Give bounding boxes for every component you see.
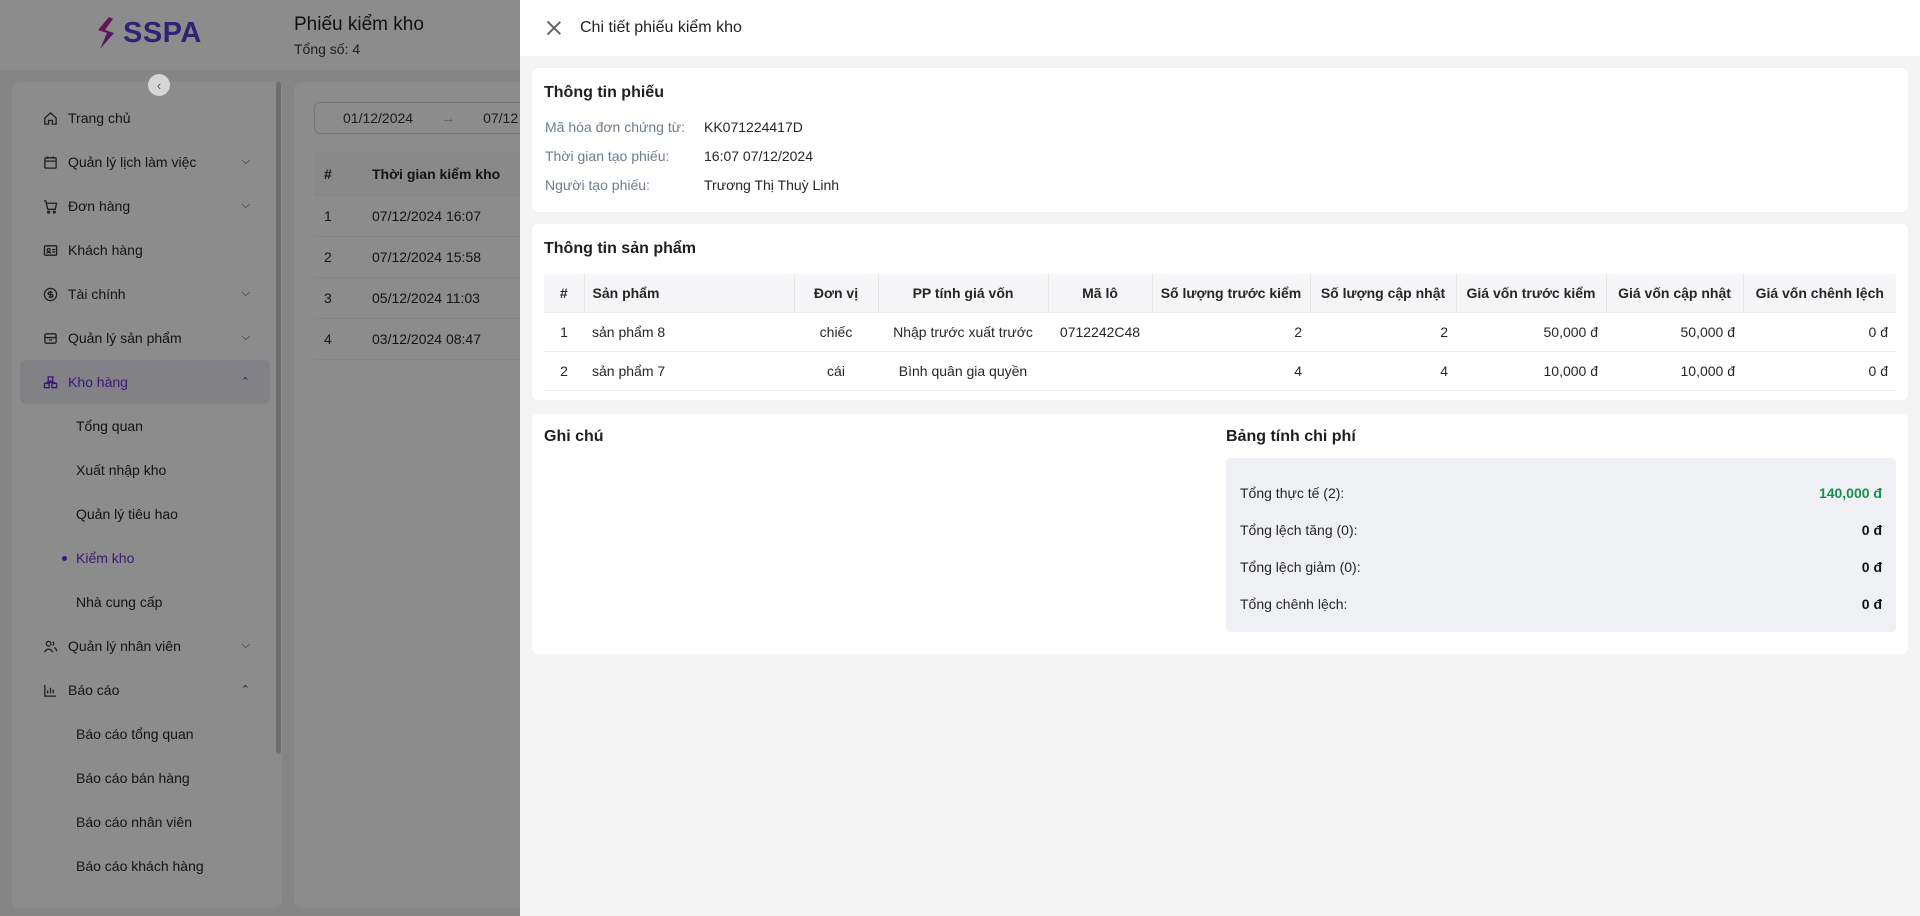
cell-costing-method: Bình quân gia quyền	[878, 351, 1048, 391]
info-row-invoice-code: Mã hóa đơn chứng từ: KK071224417D	[544, 112, 1896, 141]
cell-qty-before: 4	[1152, 351, 1310, 391]
table-row[interactable]: 1 sản phẩm 8 chiếc Nhập trước xuất trước…	[544, 312, 1896, 352]
section-title: Thông tin phiếu	[544, 84, 664, 101]
col-cost-before: Giá vốn trước kiểm	[1456, 274, 1607, 313]
cost-label: Tổng lệch giảm (0):	[1240, 558, 1361, 575]
cell-qty-before: 2	[1152, 312, 1310, 352]
info-value: Trương Thị Thuỳ Linh	[704, 176, 840, 193]
cell-cost-before: 50,000 đ	[1456, 312, 1606, 352]
col-costing-method: PP tính giá vốn	[878, 274, 1049, 313]
detail-drawer: Chi tiết phiếu kiểm kho Thông tin phiếu …	[520, 0, 1920, 916]
collapse-sidebar-button[interactable]: ‹	[148, 74, 170, 96]
cost-table-title: Bảng tính chi phí	[1226, 428, 1356, 445]
info-row-creator: Người tạo phiếu: Trương Thị Thuỳ Linh	[544, 170, 1896, 199]
note-title: Ghi chú	[544, 428, 604, 445]
cost-value: 140,000 đ	[1818, 484, 1882, 501]
cost-table: Tổng thực tế (2): 140,000 đ Tổng lệch tă…	[1226, 458, 1896, 632]
cell-cost-difference: 0 đ	[1743, 312, 1896, 352]
col-lot-code: Mã lô	[1048, 274, 1153, 313]
table-row[interactable]: 2 sản phẩm 7 cái Bình quân gia quyền 4 4…	[544, 351, 1896, 391]
cell-unit: chiếc	[794, 312, 878, 352]
cost-value: 0 đ	[1861, 595, 1882, 612]
drawer-header: Chi tiết phiếu kiểm kho	[520, 0, 1920, 56]
cell-cost-updated: 50,000 đ	[1606, 312, 1743, 352]
col-index: #	[544, 274, 585, 313]
info-row-created-time: Thời gian tạo phiếu: 16:07 07/12/2024	[544, 141, 1896, 170]
cost-value: 0 đ	[1861, 521, 1882, 538]
cell-product: sản phẩm 8	[584, 312, 794, 352]
cell-index: 2	[544, 351, 584, 391]
product-table: # Sản phẩm Đơn vị PP tính giá vốn Mã lô …	[544, 274, 1896, 391]
col-cost-difference: Giá vốn chênh lệch	[1743, 274, 1896, 313]
col-qty-before: Số lượng trước kiểm	[1152, 274, 1311, 313]
info-label: Mã hóa đơn chứng từ:	[545, 118, 685, 135]
table-header: # Sản phẩm Đơn vị PP tính giá vốn Mã lô …	[544, 274, 1896, 313]
cost-row-decrease: Tổng lệch giảm (0): 0 đ	[1240, 548, 1882, 585]
cell-index: 1	[544, 312, 584, 352]
cost-label: Tổng thực tế (2):	[1240, 484, 1345, 501]
cell-cost-before: 10,000 đ	[1456, 351, 1606, 391]
cost-value: 0 đ	[1861, 558, 1882, 575]
cell-product: sản phẩm 7	[584, 351, 794, 391]
cell-unit: cái	[794, 351, 878, 391]
col-qty-updated: Số lượng cập nhật	[1310, 274, 1457, 313]
cell-cost-updated: 10,000 đ	[1606, 351, 1743, 391]
col-unit: Đơn vị	[794, 274, 879, 313]
cell-lot-code	[1048, 351, 1152, 391]
cell-qty-updated: 2	[1310, 312, 1456, 352]
product-info-card: Thông tin sản phẩm # Sản phẩm Đơn vị PP …	[532, 224, 1908, 400]
cost-label: Tổng chênh lệch:	[1240, 595, 1348, 612]
col-cost-updated: Giá vốn cập nhật	[1606, 274, 1744, 313]
drawer-title: Chi tiết phiếu kiểm kho	[580, 19, 742, 36]
info-value: KK071224417D	[704, 118, 803, 135]
info-label: Người tạo phiếu:	[545, 176, 650, 193]
cost-row-increase: Tổng lệch tăng (0): 0 đ	[1240, 511, 1882, 548]
cell-qty-updated: 4	[1310, 351, 1456, 391]
cell-lot-code: 0712242C48	[1048, 312, 1152, 352]
cost-row-total-difference: Tổng chênh lệch: 0 đ	[1240, 585, 1882, 622]
section-title: Thông tin sản phẩm	[544, 240, 696, 257]
cost-row-actual-total: Tổng thực tế (2): 140,000 đ	[1240, 474, 1882, 511]
info-label: Thời gian tạo phiếu:	[545, 147, 670, 164]
cell-costing-method: Nhập trước xuất trước	[878, 312, 1048, 352]
summary-card: Ghi chú Bảng tính chi phí Tổng thực tế (…	[532, 414, 1908, 654]
cost-label: Tổng lệch tăng (0):	[1240, 521, 1358, 538]
info-value: 16:07 07/12/2024	[704, 147, 813, 164]
col-product: Sản phẩm	[584, 274, 795, 313]
cell-cost-difference: 0 đ	[1743, 351, 1896, 391]
close-icon[interactable]	[546, 20, 562, 36]
ticket-info-card: Thông tin phiếu Mã hóa đơn chứng từ: KK0…	[532, 68, 1908, 212]
